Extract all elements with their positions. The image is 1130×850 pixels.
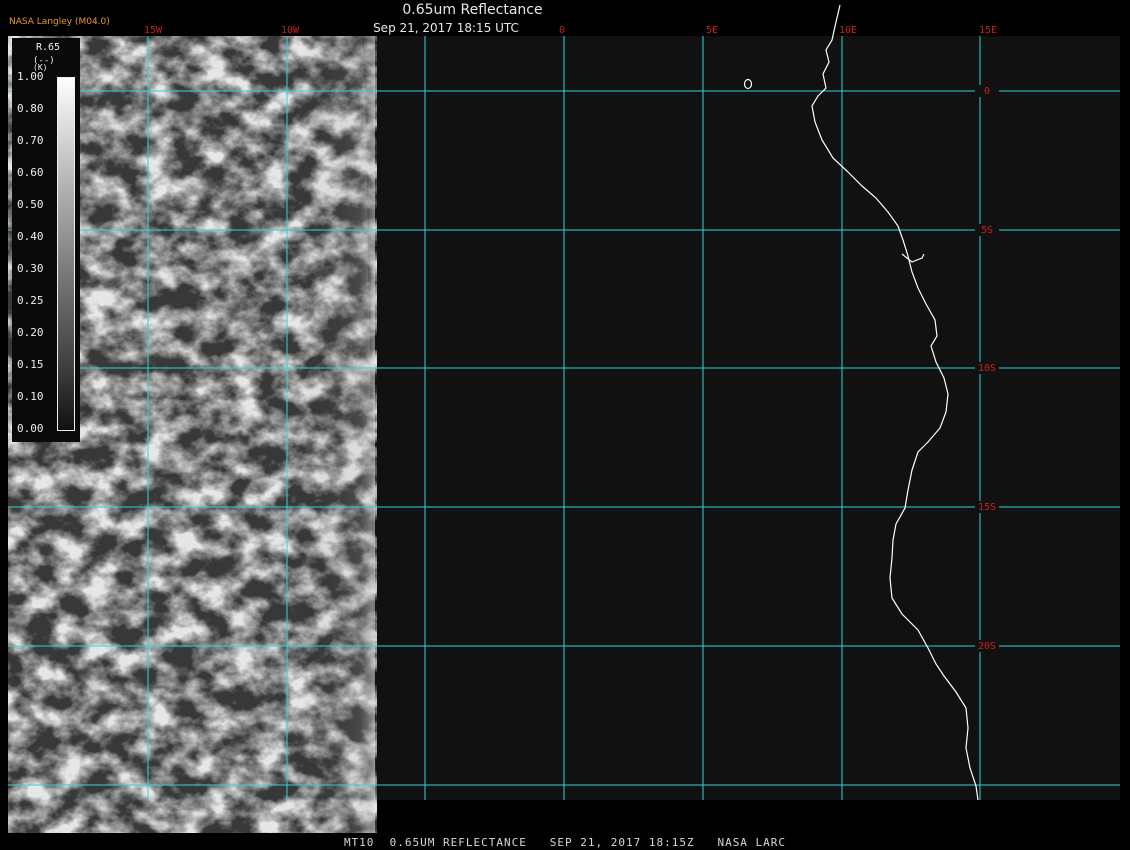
legend-tick-label: 1.00 (17, 70, 44, 83)
legend-colorbar-outline (57, 77, 75, 431)
legend-tick-label: 0.50 (17, 198, 44, 211)
latitude-label: 10S (978, 363, 996, 374)
latitude-label: 0 (984, 86, 990, 97)
legend-tick-label: 0.10 (17, 390, 44, 403)
legend-tick-label: 0.25 (17, 294, 44, 307)
legend-tick-label: 0.70 (17, 134, 44, 147)
legend-title: R.65 (36, 42, 61, 53)
legend-tick-label: 0.30 (17, 262, 44, 275)
footer-caption: MT10 0.65UM REFLECTANCE SEP 21, 2017 18:… (343, 836, 787, 849)
legend-tick-label: 0.60 (17, 166, 44, 179)
satellite-map: 15W 10W 0 5E 10E 15E05S10S15S20S (8, 4, 1120, 833)
latitude-label: 20S (978, 641, 996, 652)
legend-tick-label: 0.80 (17, 102, 44, 115)
legend-tick-label: 0.40 (17, 230, 44, 243)
legend-tick-label: 0.15 (17, 358, 44, 371)
latitude-label: 15S (978, 502, 996, 513)
legend-tick-label: 0.20 (17, 326, 44, 339)
latitude-label: 5S (981, 225, 993, 236)
image-datetime: Sep 21, 2017 18:15 UTC (373, 21, 519, 35)
provider-label: NASA Langley (M04.0) (9, 17, 110, 27)
longitude-label: 15E (979, 25, 997, 36)
image-title: 0.65um Reflectance (402, 2, 543, 18)
legend-tick-label: 0.00 (17, 422, 44, 435)
